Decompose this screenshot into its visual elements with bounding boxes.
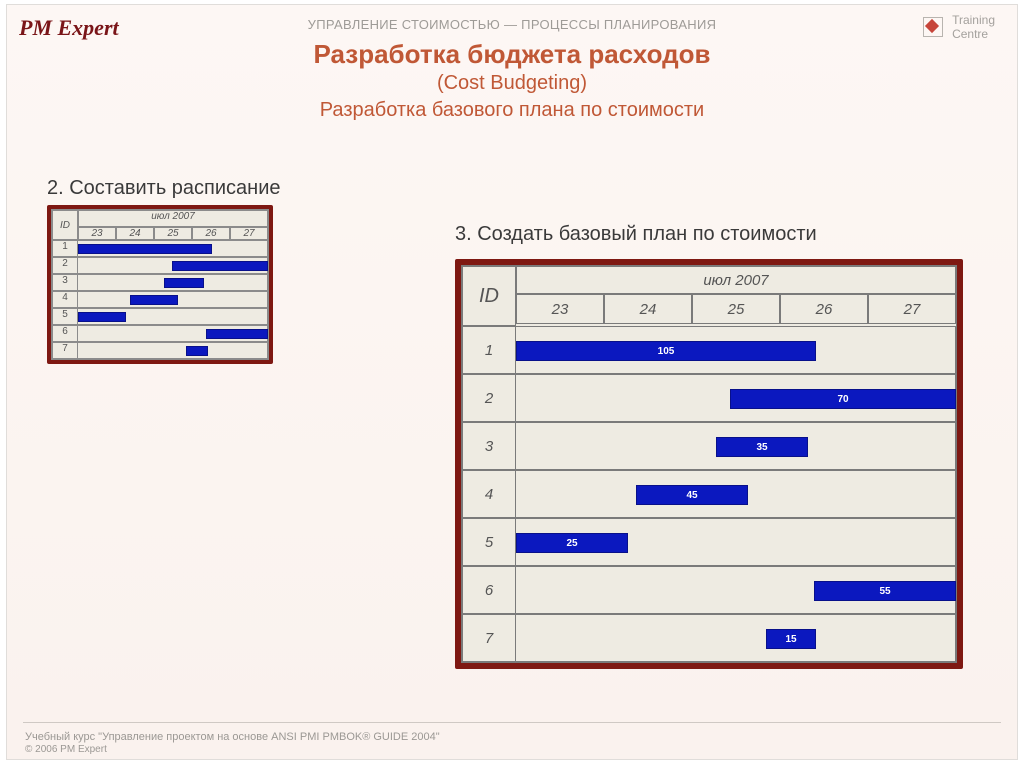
- gb-bar: 105: [516, 341, 816, 361]
- gs-chart-cell: [78, 274, 268, 291]
- gb-bar: 15: [766, 629, 816, 649]
- gs-chart-cell: [78, 240, 268, 257]
- gb-day: 26: [780, 294, 868, 324]
- gb-chart-cell: 105: [516, 326, 956, 374]
- gb-id-header: ID: [462, 266, 516, 326]
- gb-bar: 70: [730, 389, 956, 409]
- gb-row: 3 35: [462, 422, 956, 470]
- gb-row-id: 7: [462, 614, 516, 662]
- title-sub: (Cost Budgeting): [7, 72, 1017, 95]
- gb-day: 24: [604, 294, 692, 324]
- gs-row-id: 4: [52, 291, 78, 308]
- gs-row: 4: [52, 291, 268, 308]
- gs-bar: [164, 278, 204, 288]
- gs-row-id: 2: [52, 257, 78, 274]
- logo-line1: Training: [952, 13, 995, 27]
- gb-row-id: 4: [462, 470, 516, 518]
- gs-row: 2: [52, 257, 268, 274]
- gs-bar: [78, 312, 126, 322]
- gb-chart-cell: 70: [516, 374, 956, 422]
- gs-bar: [186, 346, 208, 356]
- gb-day: 25: [692, 294, 780, 324]
- gb-row: 2 70: [462, 374, 956, 422]
- gs-chart-cell: [78, 342, 268, 359]
- gb-row: 4 45: [462, 470, 956, 518]
- gs-bar: [172, 261, 268, 271]
- gs-id-header: ID: [52, 210, 78, 240]
- gs-day: 25: [154, 227, 192, 240]
- gantt-big: ID июл 2007 2324252627 11052703354455256…: [455, 259, 963, 669]
- step3-label: 3. Создать базовый план по стоимости: [455, 223, 817, 246]
- gb-day: 23: [516, 294, 604, 324]
- gb-row-id: 3: [462, 422, 516, 470]
- gb-chart-cell: 35: [516, 422, 956, 470]
- gs-day: 24: [116, 227, 154, 240]
- breadcrumb: УПРАВЛЕНИЕ СТОИМОСТЬЮ — ПРОЦЕССЫ ПЛАНИРО…: [7, 17, 1017, 32]
- step2-label: 2. Составить расписание: [47, 177, 281, 200]
- gb-row: 1105: [462, 326, 956, 374]
- gb-row-id: 2: [462, 374, 516, 422]
- gs-chart-cell: [78, 291, 268, 308]
- gantt-big-inner: ID июл 2007 2324252627 11052703354455256…: [461, 265, 957, 663]
- gb-month: июл 2007: [516, 266, 956, 294]
- footer-copyright: © 2006 PM Expert: [25, 744, 107, 755]
- gs-month: июл 2007: [78, 210, 268, 227]
- gs-row: 7: [52, 342, 268, 359]
- gs-bar: [130, 295, 178, 305]
- footer-course: Учебный курс "Управление проектом на осн…: [25, 731, 440, 743]
- slide-body: PM Expert УПРАВЛЕНИЕ СТОИМОСТЬЮ — ПРОЦЕС…: [6, 4, 1018, 760]
- gb-row-id: 5: [462, 518, 516, 566]
- divider: [23, 722, 1001, 723]
- gb-row-id: 1: [462, 326, 516, 374]
- title-block: Разработка бюджета расходов (Cost Budget…: [7, 39, 1017, 122]
- gs-row-id: 7: [52, 342, 78, 359]
- gs-bar: [78, 244, 212, 254]
- gb-chart-cell: 55: [516, 566, 956, 614]
- gs-row-id: 6: [52, 325, 78, 342]
- gb-chart-cell: 25: [516, 518, 956, 566]
- gs-day: 26: [192, 227, 230, 240]
- gantt-small: ID июл 2007 2324252627 1234567: [47, 205, 273, 364]
- gs-day: 27: [230, 227, 268, 240]
- title-main: Разработка бюджета расходов: [7, 39, 1017, 70]
- gb-bar: 25: [516, 533, 628, 553]
- gs-row-id: 3: [52, 274, 78, 291]
- gb-row: 525: [462, 518, 956, 566]
- gb-chart-cell: 45: [516, 470, 956, 518]
- gs-row: 6: [52, 325, 268, 342]
- title-desc: Разработка базового плана по стоимости: [7, 99, 1017, 122]
- gs-bar: [206, 329, 268, 339]
- gantt-small-inner: ID июл 2007 2324252627 1234567: [51, 209, 269, 360]
- gs-row: 3: [52, 274, 268, 291]
- gb-row-id: 6: [462, 566, 516, 614]
- gb-bar: 35: [716, 437, 808, 457]
- gs-chart-cell: [78, 325, 268, 342]
- gb-bar: 45: [636, 485, 748, 505]
- gs-chart-cell: [78, 257, 268, 274]
- gs-row-id: 1: [52, 240, 78, 257]
- gb-chart-cell: 15: [516, 614, 956, 662]
- training-centre-logo: Training Centre: [923, 13, 995, 41]
- gs-row-id: 5: [52, 308, 78, 325]
- gs-row: 5: [52, 308, 268, 325]
- gb-day: 27: [868, 294, 956, 324]
- gs-day: 23: [78, 227, 116, 240]
- gs-row: 1: [52, 240, 268, 257]
- gs-chart-cell: [78, 308, 268, 325]
- gb-row: 7 15: [462, 614, 956, 662]
- logo-icon: [923, 17, 943, 37]
- gb-row: 6 55: [462, 566, 956, 614]
- gb-bar: 55: [814, 581, 956, 601]
